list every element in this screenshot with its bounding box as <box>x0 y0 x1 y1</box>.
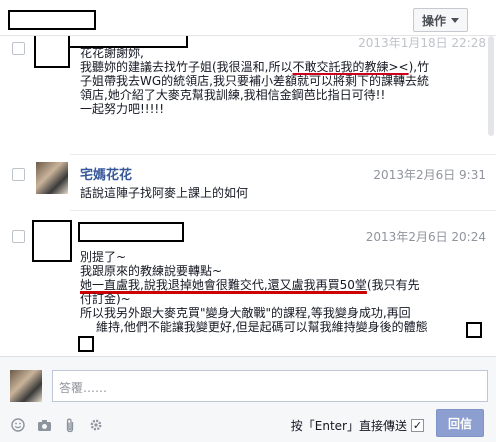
line-prefix: 我聽妳的建議去找竹子姐(我很溫和,所以 <box>80 60 293 74</box>
message-line: 我跟原來的教練說要轉點~ <box>80 264 223 278</box>
message-line-text: 維持,他們不能讓我變更好,但是起碼可以幫我維持變身後的體態 <box>96 320 428 334</box>
enter-checkbox[interactable]: ✓ <box>411 419 424 432</box>
message-list[interactable]: 2013年1月18日 22:28 花花謝謝妳, 我聽妳的建議去找竹子姐(我很溫和… <box>0 36 496 354</box>
message-time: 2013年2月6日 9:31 <box>373 168 486 182</box>
sender-avatar[interactable] <box>36 162 68 194</box>
enter-label-text: 按「Enter」直接傳送 <box>290 419 407 433</box>
message-body: 別提了~ 我跟原來的教練說要轉點~ 她一直盧我,說我退掉她會很難交代,還又盧我再… <box>80 250 490 334</box>
line-suffix: ),竹 <box>408 60 430 74</box>
send-button[interactable]: 回信 <box>436 409 484 437</box>
message-line: 一起努力吧!!!!! <box>80 102 165 116</box>
gear-icon[interactable] <box>88 417 104 433</box>
options-label: 操作 <box>421 13 446 28</box>
message-line: 所以我另外跟大麥克買"變身大敵戰"的課程,等我變身成功,再回 <box>80 306 411 320</box>
smile-icon[interactable] <box>10 417 26 433</box>
message-checkbox[interactable] <box>12 42 25 55</box>
sender-name[interactable]: 宅媽花花 <box>80 164 132 183</box>
options-button[interactable]: 操作 <box>412 8 468 32</box>
redacted-avatar <box>34 36 70 68</box>
redacted-sender <box>78 222 184 242</box>
message-line: 她一直盧我,說我退掉她會很難交代,還又盧我再買50堂(我只有先 <box>80 278 490 292</box>
message-line: 別提了~ <box>80 250 127 264</box>
message-body: 話說這陣子找阿麥上課上的如何 <box>80 186 490 200</box>
conversation-header: 操作 <box>0 0 496 36</box>
reply-area: 答覆…… 按「Enter」直接傳送 ✓ 回信 <box>0 356 496 442</box>
redacted-name <box>8 10 96 30</box>
message-line: 我聽妳的建議去找竹子姐(我很溫和,所以不敢交託我的教練><),竹 <box>80 60 490 74</box>
camera-icon[interactable] <box>36 417 52 433</box>
message-checkbox[interactable] <box>12 168 25 181</box>
message-line: 花花謝謝妳, <box>80 46 144 60</box>
redacted-text <box>466 322 482 338</box>
message-divider <box>70 210 496 211</box>
reply-tools <box>10 417 104 433</box>
message-body: 花花謝謝妳, 我聽妳的建議去找竹子姐(我很溫和,所以不敢交託我的教練><),竹 … <box>80 46 490 116</box>
scrollbar[interactable] <box>488 36 494 136</box>
paperclip-icon[interactable] <box>62 417 78 433</box>
message-item: 2013年1月18日 22:28 花花謝謝妳, 我聽妳的建議去找竹子姐(我很溫和… <box>0 36 496 156</box>
my-avatar <box>10 370 42 402</box>
message-divider <box>70 154 496 155</box>
message-line: 付訂金)~ <box>80 292 131 306</box>
enter-to-send[interactable]: 按「Enter」直接傳送 ✓ <box>291 417 424 434</box>
redacted-text <box>78 336 94 352</box>
redacted-avatar <box>32 220 72 262</box>
highlighted-text: 不敢交託我的教練>< <box>292 60 409 74</box>
message-item: 2013年2月6日 20:24 別提了~ 我跟原來的教練說要轉點~ 她一直盧我,… <box>0 216 496 354</box>
message-time: 2013年2月6日 20:24 <box>365 230 486 244</box>
message-line: 子姐帶我去WG的統領店,我只要補小差額就可以將剩下的課轉去統 <box>80 74 429 88</box>
message-line: 話說這陣子找阿麥上課上的如何 <box>80 186 249 200</box>
message-checkbox[interactable] <box>12 230 25 243</box>
reply-input[interactable]: 答覆…… <box>52 370 488 402</box>
message-line: 維持,他們不能讓我變更好,但是起碼可以幫我維持變身後的體態 <box>80 320 490 334</box>
caret-down-icon <box>451 17 459 23</box>
line-suffix: (我只有先 <box>366 278 420 292</box>
message-line: 領店,她介紹了大麥克幫我訓練,我相信金鋼芭比指日可待!! <box>80 88 386 102</box>
highlighted-text: 她一直盧我,說我退掉她會很難交代,還又盧我再買50堂 <box>80 278 367 292</box>
